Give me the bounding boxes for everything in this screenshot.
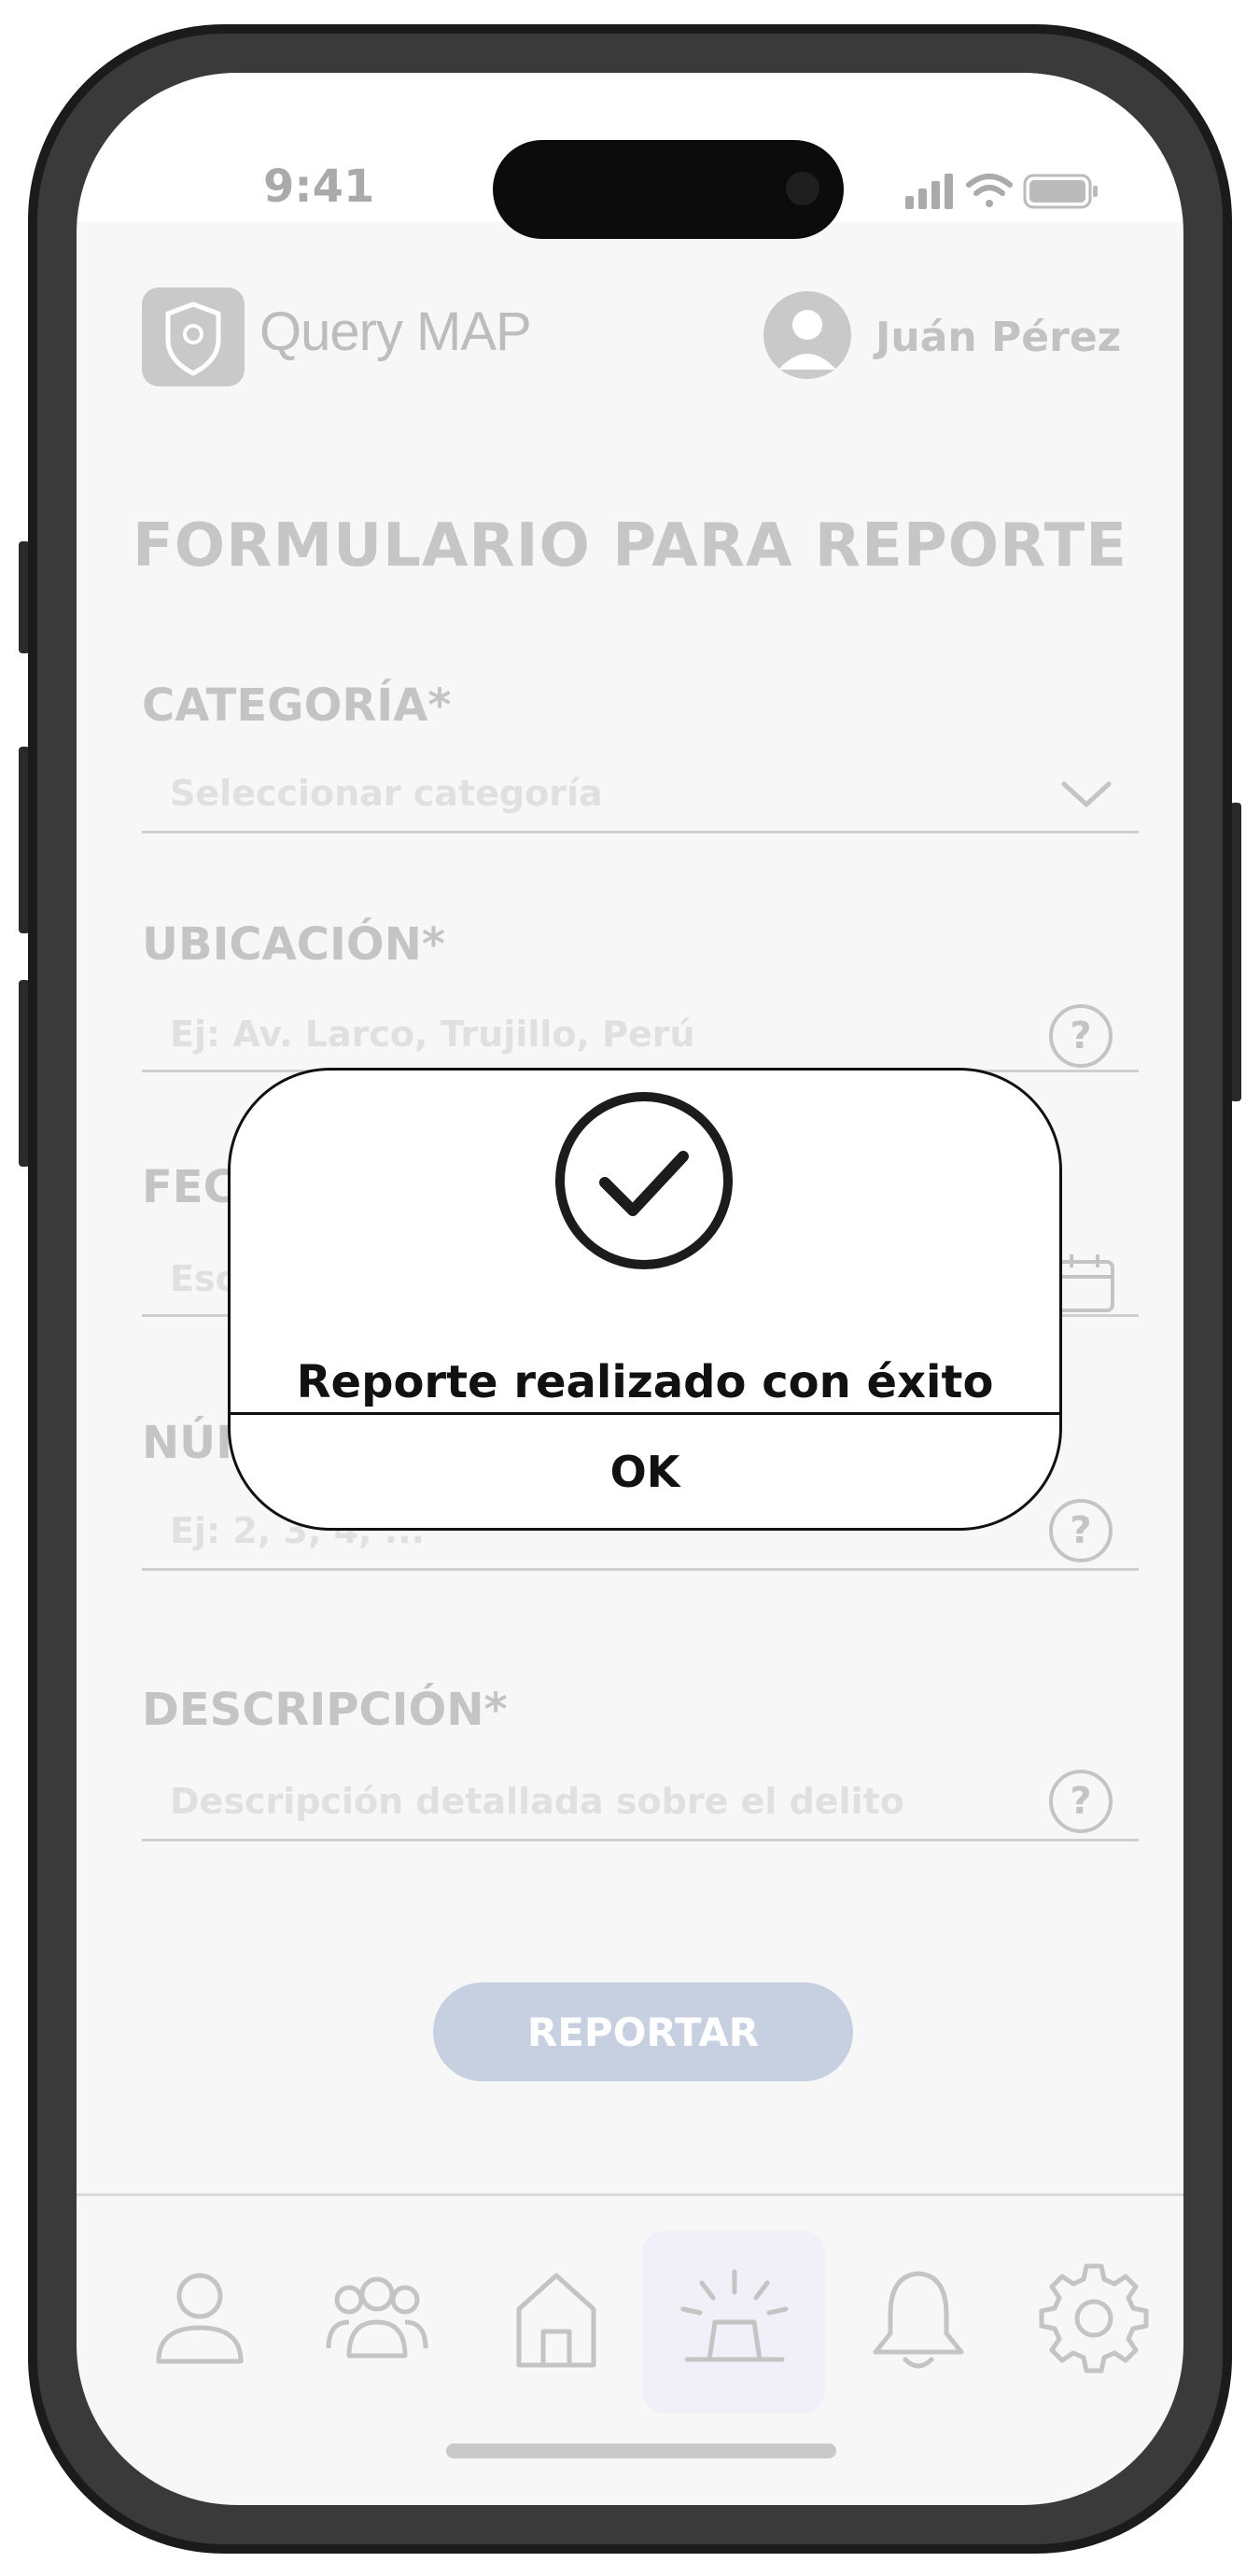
nav-community-group-icon[interactable] <box>321 2262 433 2374</box>
user-name[interactable]: Juán Pérez <box>875 314 1121 361</box>
category-label: CATEGORÍA* <box>142 679 452 732</box>
home-indicator[interactable] <box>446 2443 836 2458</box>
status-time: 9:41 <box>263 161 375 213</box>
number-label: NÚI <box>142 1417 233 1469</box>
chevron-down-icon[interactable] <box>1058 777 1114 814</box>
location-label: UBICACIÓN* <box>142 918 445 971</box>
signal-icon <box>905 174 953 209</box>
success-dialog: Reporte realizado con éxito OK <box>228 1068 1062 1531</box>
location-shield-icon <box>165 301 221 376</box>
category-underline <box>142 831 1139 833</box>
location-help-icon[interactable]: ? <box>1049 1004 1113 1068</box>
battery-icon <box>1023 174 1098 209</box>
description-help-icon[interactable]: ? <box>1049 1770 1113 1833</box>
description-input[interactable]: Descripción detallada sobre el delito <box>170 1781 904 1822</box>
status-bar: 9:41 <box>77 73 1183 239</box>
wifi-icon <box>966 174 1013 207</box>
camera-icon <box>786 172 819 205</box>
nav-notifications-bell-icon[interactable] <box>862 2262 974 2374</box>
status-icons <box>905 174 1098 209</box>
nav-divider <box>77 2193 1183 2196</box>
nav-home-icon[interactable] <box>500 2262 612 2374</box>
date-input[interactable]: Esc <box>170 1258 236 1299</box>
app-name: Query MAP <box>259 301 532 362</box>
number-underline <box>142 1568 1139 1571</box>
screen: 9:41 Query MAP Juán Pérez FORMULARIO PAR… <box>77 73 1183 2505</box>
app-logo <box>142 287 245 386</box>
description-underline <box>142 1839 1139 1841</box>
date-label: FEC <box>142 1161 236 1213</box>
nav-report-alarm-siren-icon[interactable] <box>674 2262 795 2374</box>
page-title: FORMULARIO PARA REPORTE <box>133 511 1127 581</box>
calendar-icon[interactable] <box>1053 1251 1118 1316</box>
check-circle-icon <box>555 1092 733 1269</box>
report-button[interactable]: REPORTAR <box>433 1982 853 2081</box>
nav-settings-gear-icon[interactable] <box>1038 2262 1150 2374</box>
category-select[interactable]: Seleccionar categoría <box>170 773 603 814</box>
location-input[interactable]: Ej: Av. Larco, Trujillo, Perú <box>170 1014 695 1055</box>
ok-button[interactable]: OK <box>231 1415 1059 1528</box>
phone-bezel: 9:41 Query MAP Juán Pérez FORMULARIO PAR… <box>37 34 1223 2544</box>
dialog-message: Reporte realizado con éxito <box>296 1356 994 1408</box>
nav-profile-user-icon[interactable] <box>144 2262 256 2374</box>
phone-frame: 9:41 Query MAP Juán Pérez FORMULARIO PAR… <box>28 24 1232 2554</box>
description-label: DESCRIPCIÓN* <box>142 1684 508 1736</box>
user-avatar-icon <box>778 310 836 370</box>
avatar[interactable] <box>763 291 851 379</box>
dynamic-island <box>493 140 844 239</box>
